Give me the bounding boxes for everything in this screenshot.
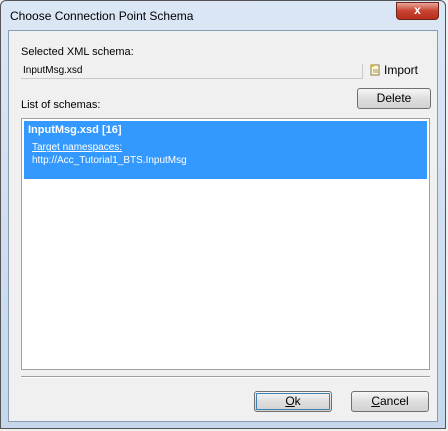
list-item[interactable]: InputMsg.xsd [16] Target namespaces: htt… bbox=[24, 121, 427, 179]
import-icon bbox=[370, 64, 380, 76]
dialog-window: Choose Connection Point Schema x Selecte… bbox=[0, 0, 446, 429]
cancel-label-rest: ancel bbox=[379, 394, 409, 408]
cancel-accelerator: C bbox=[371, 394, 380, 408]
schema-listbox[interactable]: InputMsg.xsd [16] Target namespaces: htt… bbox=[21, 118, 430, 370]
import-button[interactable]: Import bbox=[369, 61, 429, 79]
window-title: Choose Connection Point Schema bbox=[10, 9, 194, 23]
ok-accelerator: O bbox=[285, 394, 295, 408]
schema-item-name: InputMsg.xsd [16] bbox=[28, 124, 122, 136]
close-button[interactable]: x bbox=[396, 2, 439, 20]
ok-label-rest: k bbox=[294, 394, 301, 408]
target-namespace-value: http://Acc_Tutorial1_BTS.InputMsg bbox=[32, 155, 187, 166]
target-namespaces-link[interactable]: Target namespaces: bbox=[32, 142, 122, 153]
selected-schema-field: InputMsg.xsd bbox=[21, 64, 363, 79]
delete-button[interactable]: Delete bbox=[357, 88, 431, 109]
footer-separator bbox=[21, 376, 430, 378]
close-icon: x bbox=[414, 3, 421, 17]
import-label: Import bbox=[384, 63, 419, 77]
ok-button[interactable]: Ok bbox=[254, 391, 332, 412]
title-bar[interactable]: Choose Connection Point Schema x bbox=[1, 1, 445, 30]
dialog-client-area: Selected XML schema: InputMsg.xsd Import… bbox=[8, 30, 438, 422]
selected-schema-label: Selected XML schema: bbox=[21, 46, 134, 58]
cancel-button[interactable]: Cancel bbox=[351, 391, 429, 412]
list-of-schemas-label: List of schemas: bbox=[21, 99, 101, 111]
